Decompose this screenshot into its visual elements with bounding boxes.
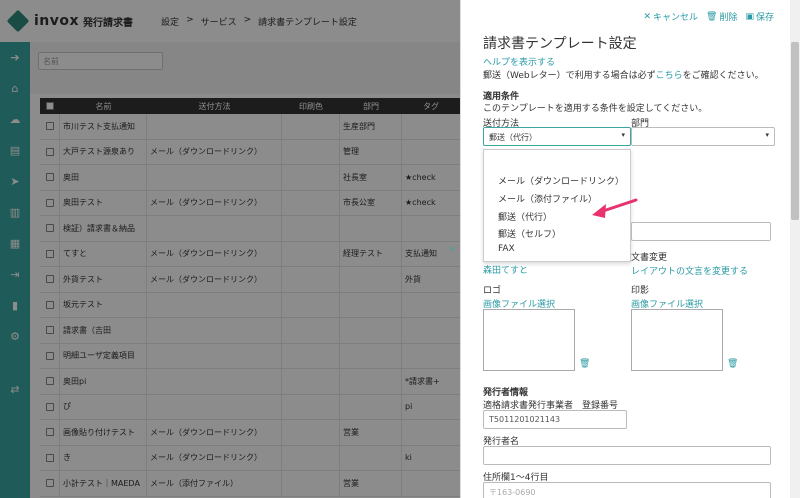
logo-delete-icon[interactable]: 🗑 <box>579 359 590 369</box>
registration-number-input[interactable]: T5011201021143 <box>483 410 627 429</box>
template-link[interactable]: 森田てすと <box>483 263 528 276</box>
scrollbar-thumb[interactable] <box>791 42 799 220</box>
delete-button[interactable]: 🗑 削除 <box>706 10 738 24</box>
send-method-dropdown: メール（ダウンロードリンク） メール（添付ファイル） 郵送（代行） 郵送（セルフ… <box>483 149 631 262</box>
close-icon: ✕ <box>643 11 651 22</box>
send-method-value: 郵送（代行） <box>489 133 537 142</box>
save-label: 保存 <box>755 13 774 23</box>
logo-label: ロゴ <box>483 286 502 296</box>
issuer-heading: 発行者情報 <box>483 388 529 398</box>
trash-icon: 🗑 <box>706 11 718 22</box>
note-suffix: をご確認ください。 <box>682 71 764 81</box>
template-settings-panel: ✕ キャンセル 🗑 削除 ▣ 保存 請求書テンプレート設定 ヘルプを表示する 郵送（W… <box>460 0 800 498</box>
seal-preview <box>631 309 723 371</box>
chevron-right-icon[interactable]: › <box>450 242 455 255</box>
caret-down-icon: ▾ <box>621 131 625 139</box>
caret-down-icon: ▾ <box>765 131 769 139</box>
save-button[interactable]: ▣ 保存 <box>745 10 774 24</box>
option-email-attachment[interactable]: メール（添付ファイル） <box>498 192 597 205</box>
option-postal-self[interactable]: 郵送（セルフ） <box>498 227 561 240</box>
address-input[interactable]: 〒163-0690 <box>483 482 771 498</box>
seal-label: 印影 <box>631 286 650 296</box>
modal-overlay[interactable] <box>0 0 460 498</box>
cancel-button[interactable]: ✕ キャンセル <box>643 10 699 24</box>
note-link[interactable]: こちら <box>656 71 683 81</box>
option-fax[interactable]: FAX <box>498 244 515 254</box>
panel-scrollbar[interactable] <box>790 0 800 498</box>
option-postal-proxy[interactable]: 郵送（代行） <box>498 210 552 223</box>
save-icon: ▣ <box>745 11 754 22</box>
panel-title: 請求書テンプレート設定 <box>483 36 637 52</box>
doc-change-label: 文書変更 <box>631 253 668 263</box>
issuer-name-input[interactable] <box>483 446 771 465</box>
webletter-note: 郵送（Webレター）で利用する場合は必ずこちらをご確認ください。 <box>483 68 764 81</box>
panel-actions: ✕ キャンセル 🗑 削除 ▣ 保存 <box>643 10 774 24</box>
note-prefix: 郵送（Webレター）で利用する場合は必ず <box>483 71 656 81</box>
conditions-description: このテンプレートを適用する条件を設定してください。 <box>483 104 708 114</box>
delete-label: 削除 <box>719 13 738 23</box>
help-link[interactable]: ヘルプを表示する <box>483 55 555 68</box>
department-select[interactable]: ▾ <box>631 127 775 146</box>
logo-preview <box>483 309 575 371</box>
layout-change-link[interactable]: レイアウトの文言を変更する <box>631 264 748 277</box>
cancel-label: キャンセル <box>653 13 699 23</box>
hidden-field-input[interactable] <box>631 222 771 241</box>
seal-delete-icon[interactable]: 🗑 <box>727 359 738 369</box>
send-method-select[interactable]: 郵送（代行） ▾ <box>483 127 631 146</box>
background-app: invox 発行請求書 設定 > サービス > 請求書テンプレート設定 ➔ ⌂ … <box>0 0 460 498</box>
option-email-download[interactable]: メール（ダウンロードリンク） <box>498 174 624 187</box>
